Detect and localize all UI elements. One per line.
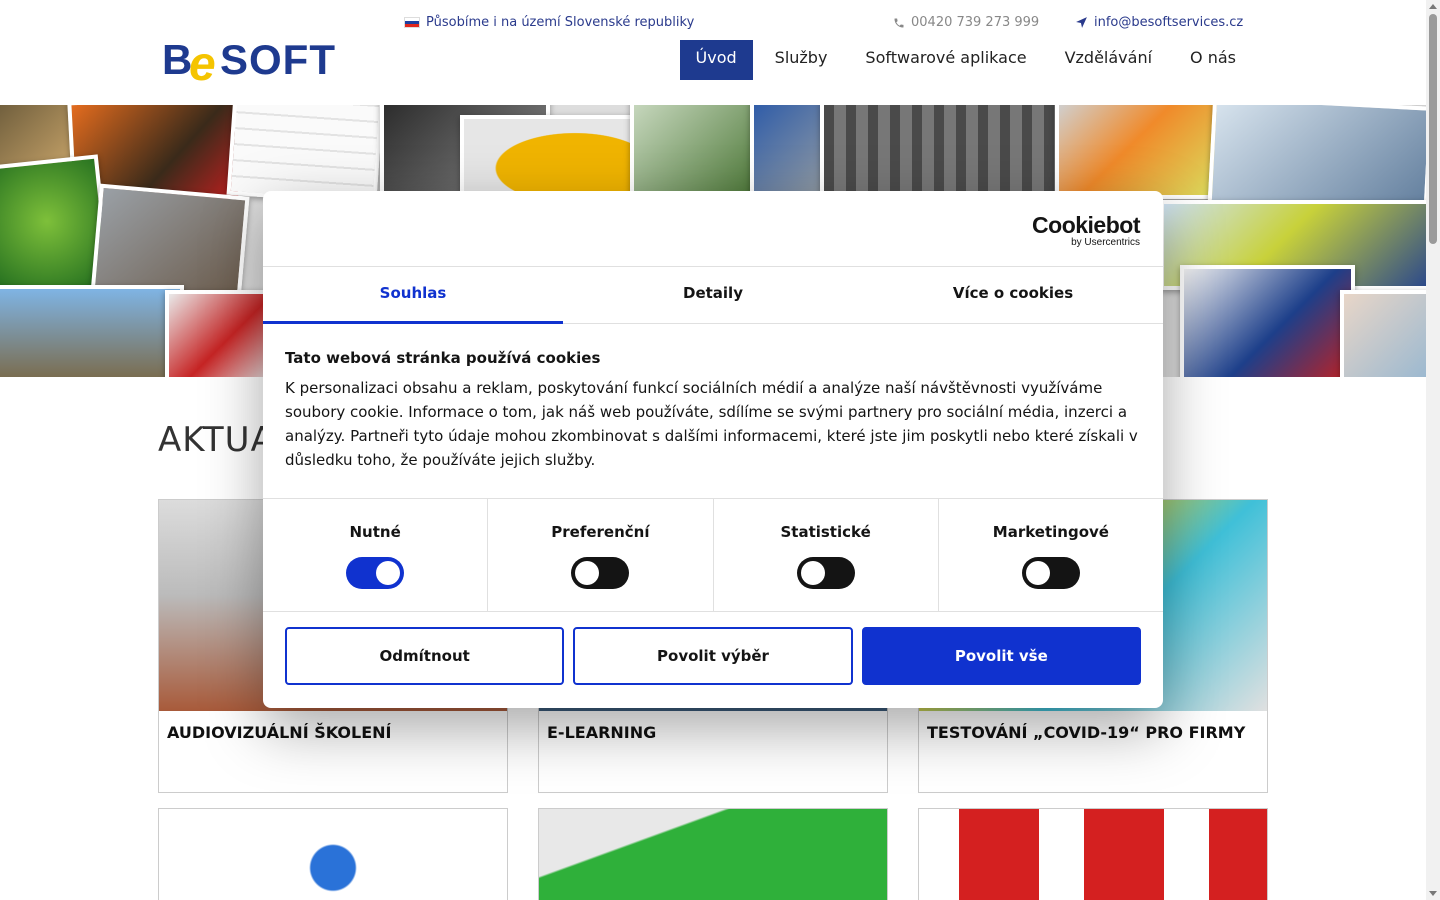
nav-item-vzdelavani[interactable]: Vzdělávání xyxy=(1049,40,1168,80)
allow-all-button[interactable]: Povolit vše xyxy=(861,627,1141,685)
cookie-categories: Nutné Preferenční Statistické Marketingo… xyxy=(263,498,1163,612)
cookie-consent-dialog: Cookiebot by Usercentrics Souhlas Detail… xyxy=(263,191,1163,708)
toggle-statisticke[interactable] xyxy=(796,557,855,589)
hero-photo xyxy=(1055,105,1225,199)
nav-item-sluzby[interactable]: Služby xyxy=(759,40,844,80)
news-card-image[interactable] xyxy=(918,808,1268,900)
scroll-up-icon[interactable] xyxy=(1429,4,1437,9)
hero-photo xyxy=(1340,290,1426,377)
tab-detaily[interactable]: Detaily xyxy=(563,267,863,323)
cookie-heading: Tato webová stránka používá cookies xyxy=(285,349,601,367)
toggle-nutne[interactable] xyxy=(346,557,405,589)
scroll-down-icon[interactable] xyxy=(1429,891,1437,896)
toggle-marketingove[interactable] xyxy=(1021,557,1080,589)
tab-vice-o-cookies[interactable]: Více o cookies xyxy=(863,267,1163,323)
category-marketingove: Marketingové xyxy=(939,499,1163,611)
category-preferencni: Preferenční xyxy=(488,499,714,611)
card-title: E-LEARNING xyxy=(547,723,657,742)
tab-souhlas[interactable]: Souhlas xyxy=(263,267,563,324)
main-nav: Úvod Služby Softwarové aplikace Vzdělává… xyxy=(674,40,1252,80)
site-header: B e SOFT Působíme i na území Slovenské r… xyxy=(0,0,1426,105)
cookie-text: K personalizaci obsahu a reklam, poskyto… xyxy=(285,379,1138,469)
news-card-image[interactable] xyxy=(158,808,508,900)
allow-selection-button[interactable]: Povolit výběr xyxy=(573,627,853,685)
category-nutne: Nutné xyxy=(263,499,489,611)
svg-text:e: e xyxy=(189,38,216,84)
besoft-logo[interactable]: B e SOFT xyxy=(162,34,348,91)
cookie-description: Tato webová stránka používá cookies K pe… xyxy=(285,349,1145,472)
hero-photo xyxy=(0,285,184,377)
hero-photo xyxy=(165,290,275,377)
deny-button[interactable]: Odmítnout xyxy=(285,627,565,685)
card-title: TESTOVÁNÍ „COVID-19“ PRO FIRMY xyxy=(927,723,1246,742)
phone-link[interactable]: 00420 739 273 999 xyxy=(893,15,1039,30)
phone-icon xyxy=(894,18,904,27)
svg-text:SOFT: SOFT xyxy=(220,36,336,83)
hero-photo xyxy=(630,105,760,195)
region-notice[interactable]: Působíme i na území Slovenské republiky xyxy=(404,15,694,30)
hero-photo xyxy=(1180,265,1355,377)
nav-item-o-nas[interactable]: O nás xyxy=(1174,40,1252,80)
hero-photo xyxy=(820,105,1060,196)
page-scrollbar[interactable] xyxy=(1426,0,1440,900)
category-statisticke: Statistické xyxy=(714,499,939,611)
nav-item-softwarove-aplikace[interactable]: Softwarové aplikace xyxy=(849,40,1042,80)
send-icon xyxy=(1076,17,1087,28)
news-card-image[interactable] xyxy=(538,808,888,900)
email-link[interactable]: info@besoftservices.cz xyxy=(1075,15,1243,30)
card-title: AUDIOVIZUÁLNÍ ŠKOLENÍ xyxy=(167,723,392,742)
slovak-flag-icon xyxy=(404,17,420,28)
nav-item-uvod[interactable]: Úvod xyxy=(679,40,753,80)
cookiebot-logo: Cookiebot by Usercentrics xyxy=(1032,212,1140,248)
cookie-tabs: Souhlas Detaily Více o cookies xyxy=(263,266,1163,324)
toggle-preferencni[interactable] xyxy=(571,557,630,589)
cookie-buttons: Odmítnout Povolit výběr Povolit vše xyxy=(285,627,1141,685)
section-title: AKTUA xyxy=(158,420,275,460)
scroll-thumb[interactable] xyxy=(1429,14,1437,244)
